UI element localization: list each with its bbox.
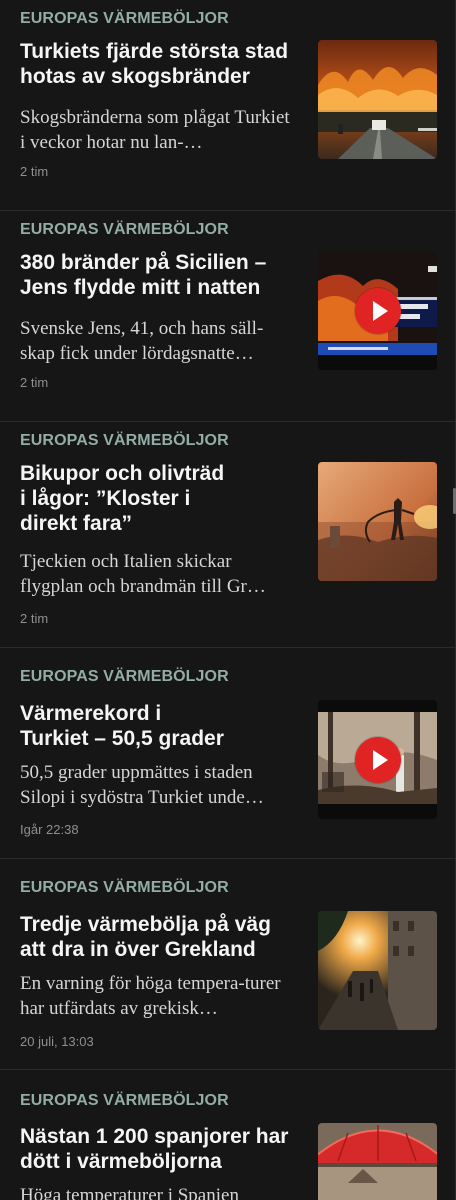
article-headline[interactable]: Värmerekord i Turkiet – 50,5 grader [20,701,235,751]
red-parasol-image [318,1123,437,1200]
sunset-street-image [318,911,437,1030]
article-topic[interactable]: EUROPAS VÄRMEBÖLJOR [20,432,229,450]
article-summary: Tjeckien och Italien skickar flygplan oc… [20,551,266,597]
article-card[interactable]: EUROPAS VÄRMEBÖLJOR Tredje värmebölja på… [0,859,455,1070]
article-feed: EUROPAS VÄRMEBÖLJOR Turkiets fjärde stör… [0,0,455,1200]
wildfire-road-image [318,40,437,159]
article-headline[interactable]: Turkiets fjärde största stad hotas av sk… [20,39,300,89]
article-timestamp: 2 tim [20,164,49,179]
article-timestamp: 20 juli, 13:03 [20,1034,94,1049]
article-thumbnail[interactable] [318,462,437,581]
article-thumbnail[interactable] [318,40,437,159]
article-headline[interactable]: Bikupor och olivträd i lågor: ”Kloster i… [20,461,235,536]
article-timestamp: Igår 22:38 [20,822,79,837]
article-topic[interactable]: EUROPAS VÄRMEBÖLJOR [20,10,229,28]
article-summary: 50,5 grader uppmättes i staden Silopi i … [20,762,264,808]
article-timestamp: 2 tim [20,375,49,390]
play-button[interactable] [354,287,401,334]
article-summary: En varning för höga tempera-turer har ut… [20,973,281,1019]
article-card[interactable]: EUROPAS VÄRMEBÖLJOR Bikupor och olivträd… [0,422,455,648]
article-topic[interactable]: EUROPAS VÄRMEBÖLJOR [20,668,229,686]
article-summary: Svenske Jens, 41, och hans säll-skap fic… [20,318,264,364]
article-topic[interactable]: EUROPAS VÄRMEBÖLJOR [20,879,229,897]
article-card[interactable]: EUROPAS VÄRMEBÖLJOR 380 bränder på Sicil… [0,211,455,422]
article-card[interactable]: EUROPAS VÄRMEBÖLJOR Nästan 1 200 spanjor… [0,1070,455,1200]
article-topic[interactable]: EUROPAS VÄRMEBÖLJOR [20,1092,229,1110]
article-card[interactable]: EUROPAS VÄRMEBÖLJOR Värmerekord i Turkie… [0,648,455,859]
article-thumbnail[interactable] [318,700,437,819]
play-button[interactable] [354,736,401,783]
article-timestamp: 2 tim [20,611,49,626]
article-thumbnail[interactable] [318,911,437,1030]
article-thumbnail[interactable] [318,251,437,370]
article-thumbnail[interactable] [318,1123,437,1200]
article-headline[interactable]: Nästan 1 200 spanjorer har dött i värmeb… [20,1124,300,1174]
article-topic[interactable]: EUROPAS VÄRMEBÖLJOR [20,221,229,239]
firefighter-image [318,462,437,581]
article-headline[interactable]: 380 bränder på Sicilien – Jens flydde mi… [20,250,300,300]
article-card[interactable]: EUROPAS VÄRMEBÖLJOR Turkiets fjärde stör… [0,0,455,211]
article-headline[interactable]: Tredje värmebölja på väg att dra in över… [20,912,300,962]
article-summary: Skogsbränderna som plågat Turkiet i veck… [20,107,290,153]
article-summary: Höga temperaturer i Spanien [20,1185,239,1200]
